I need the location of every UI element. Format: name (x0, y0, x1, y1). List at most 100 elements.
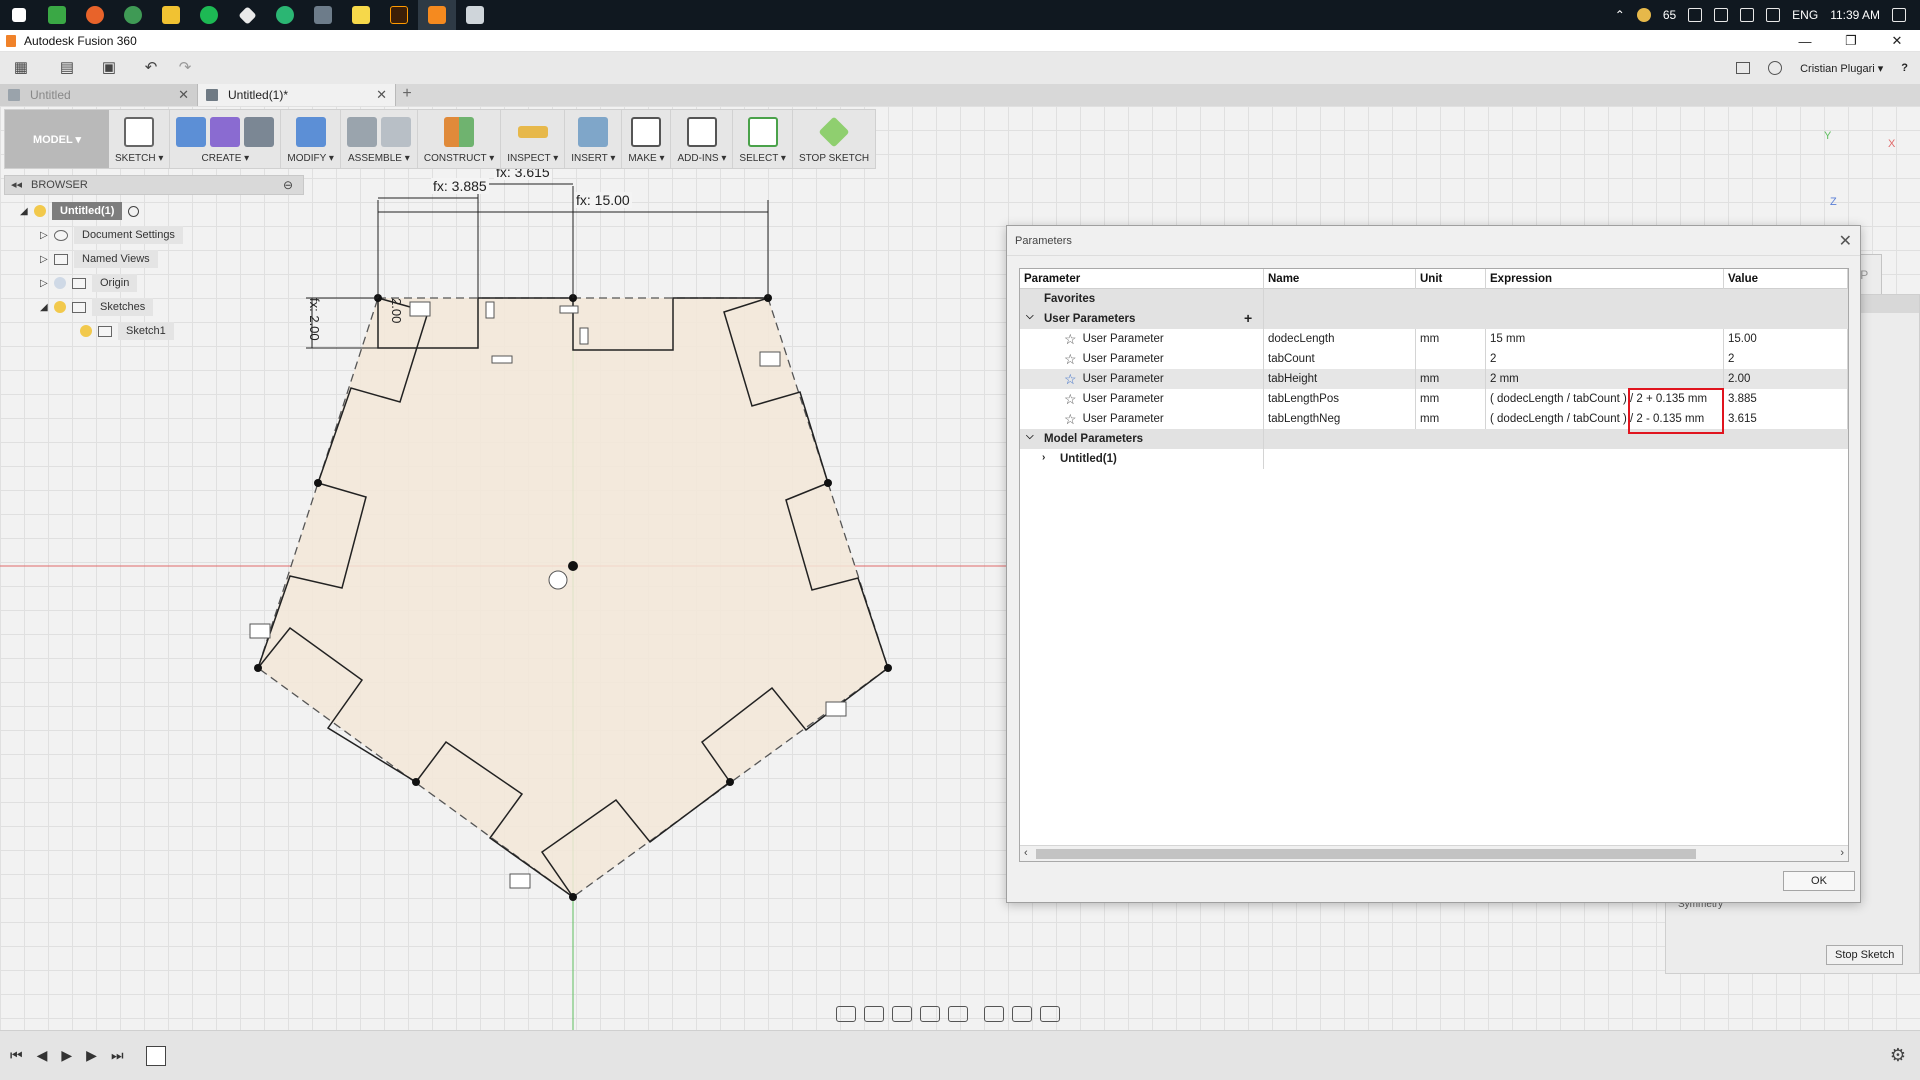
column-header-value[interactable]: Value (1724, 269, 1848, 289)
file-menu-icon[interactable]: ▤ (58, 59, 76, 77)
add-parameter-button[interactable]: + (1244, 310, 1252, 326)
close-tab-icon[interactable]: ✕ (376, 87, 387, 103)
scrollbar-thumb[interactable] (1036, 849, 1696, 859)
minimize-button[interactable]: — (1782, 30, 1828, 52)
spotify-icon[interactable] (190, 0, 228, 30)
scroll-left-icon[interactable]: ‹ (1024, 847, 1028, 859)
chrome-icon[interactable] (114, 0, 152, 30)
cell-name[interactable]: tabHeight (1264, 369, 1416, 389)
calculator-icon[interactable] (456, 0, 494, 30)
press-pull-icon[interactable] (295, 117, 326, 147)
stop-sketch-button[interactable]: STOP SKETCH (799, 153, 869, 164)
cell-expression[interactable]: 2 (1486, 349, 1724, 369)
column-header-expression[interactable]: Expression (1486, 269, 1724, 289)
favorite-star-icon[interactable]: ☆ (1064, 331, 1077, 348)
windows-start-icon[interactable] (0, 0, 38, 30)
wifi-icon[interactable] (1714, 8, 1729, 22)
browser-item-named-views[interactable]: ▷ Named Views (40, 249, 158, 269)
select-icon[interactable] (747, 117, 778, 147)
inspect-menu[interactable]: INSPECT ▾ (507, 153, 558, 164)
expand-triangle-icon[interactable]: ◢ (40, 302, 54, 313)
undo-icon[interactable]: ↶ (142, 59, 160, 77)
display-settings-icon[interactable] (984, 1006, 1004, 1022)
add-ins-menu[interactable]: ADD-INS ▾ (677, 153, 726, 164)
make-menu[interactable]: MAKE ▾ (628, 153, 664, 164)
restore-button[interactable]: ❐ (1828, 30, 1874, 52)
job-status-icon[interactable] (1736, 62, 1751, 74)
cell-name[interactable]: tabLengthPos (1264, 389, 1416, 409)
scroll-right-icon[interactable]: › (1840, 847, 1844, 859)
column-header-unit[interactable]: Unit (1416, 269, 1486, 289)
user-menu[interactable]: Cristian Plugari ▾ (1800, 62, 1883, 75)
document-tab-active[interactable]: Untitled(1)* ✕ (198, 84, 396, 106)
browser-item-origin[interactable]: ▷ Origin (40, 273, 138, 293)
close-button[interactable]: ✕ (1874, 30, 1920, 52)
sketch-menu[interactable]: SKETCH ▾ (115, 153, 163, 164)
sketch-group[interactable]: SKETCH ▾ (109, 110, 171, 168)
cell-name[interactable]: tabCount (1264, 349, 1416, 369)
cell-unit[interactable]: mm (1416, 389, 1486, 409)
create-menu[interactable]: CREATE ▾ (202, 153, 250, 164)
collapse-chevron-icon[interactable]: ⌵ (1026, 431, 1034, 442)
expand-triangle-icon[interactable]: ▷ (40, 278, 54, 289)
expand-chevron-icon[interactable]: › (1042, 452, 1045, 463)
git-icon[interactable] (228, 0, 266, 30)
timeline-sketch-icon[interactable] (145, 1045, 166, 1066)
column-header-name[interactable]: Name (1264, 269, 1416, 289)
sticky-notes-icon[interactable] (342, 0, 380, 30)
collapse-browser-icon[interactable]: ◂◂ (11, 178, 22, 191)
visibility-bulb-icon[interactable] (34, 205, 46, 217)
cell-unit[interactable]: mm (1416, 369, 1486, 389)
cell-unit[interactable]: mm (1416, 329, 1486, 349)
go-to-start-icon[interactable]: ⏮ (10, 1047, 23, 1064)
notifications-icon[interactable] (1892, 8, 1906, 22)
create-group[interactable]: CREATE ▾ (170, 110, 282, 168)
section-favorites[interactable]: Favorites (1020, 289, 1848, 309)
firefox-icon[interactable] (76, 0, 114, 30)
pan-hand-icon[interactable] (892, 1006, 912, 1022)
modify-menu[interactable]: MODIFY ▾ (287, 153, 334, 164)
dimension-tab-length-pos[interactable]: fx: 3.885 (431, 178, 489, 194)
mirror-icon[interactable] (244, 117, 275, 147)
form-icon[interactable] (210, 117, 241, 147)
step-forward-icon[interactable]: ▶ (86, 1047, 97, 1064)
favorite-star-icon[interactable]: ☆ (1064, 411, 1077, 428)
make-group[interactable]: MAKE ▾ (622, 110, 672, 168)
go-to-end-icon[interactable]: ⏭ (111, 1047, 124, 1064)
browser-header[interactable]: ◂◂ BROWSER ⊖ (4, 175, 304, 195)
new-component-icon[interactable] (346, 117, 377, 147)
stop-sketch-group[interactable]: STOP SKETCH (793, 110, 875, 168)
fit-icon[interactable] (948, 1006, 968, 1022)
column-header-parameter[interactable]: Parameter (1020, 269, 1264, 289)
dimension-dodec-length[interactable]: fx: 15.00 (574, 192, 632, 208)
3d-print-icon[interactable] (631, 117, 662, 147)
select-menu[interactable]: SELECT ▾ (739, 153, 786, 164)
visibility-bulb-icon[interactable] (54, 277, 66, 289)
file-explorer-icon[interactable] (152, 0, 190, 30)
history-clock-icon[interactable] (1768, 61, 1783, 75)
ok-button[interactable]: OK (1783, 871, 1855, 891)
document-tab[interactable]: Untitled ✕ (0, 84, 198, 106)
orbit-icon[interactable] (836, 1006, 856, 1022)
construct-group[interactable]: CONSTRUCT ▾ (418, 110, 502, 168)
table-row[interactable]: ☆ User Parameter tabCount 2 2 (1020, 349, 1848, 369)
cell-unit[interactable] (1416, 349, 1486, 369)
browser-item-sketches[interactable]: ◢ Sketches (40, 297, 154, 317)
favorite-star-icon[interactable]: ☆ (1064, 351, 1077, 368)
cell-expression[interactable]: 2 mm (1486, 369, 1724, 389)
workspace-switcher[interactable]: MODEL ▾ (5, 110, 109, 168)
cell-unit[interactable]: mm (1416, 409, 1486, 429)
dialog-close-icon[interactable]: ✕ (1839, 231, 1852, 251)
illustrator-icon[interactable] (380, 0, 418, 30)
clock[interactable]: 11:39 AM (1830, 8, 1880, 22)
section-user-parameters[interactable]: ⌵ User Parameters + (1020, 309, 1848, 329)
insert-group[interactable]: INSERT ▾ (565, 110, 623, 168)
activate-radio-icon[interactable] (128, 205, 140, 217)
visibility-bulb-icon[interactable] (54, 301, 66, 313)
grid-settings-icon[interactable] (1012, 1006, 1032, 1022)
browser-item-document-settings[interactable]: ▷ Document Settings (40, 225, 183, 245)
insert-menu[interactable]: INSERT ▾ (571, 153, 615, 164)
pen-icon[interactable] (1766, 8, 1781, 22)
scripts-icon[interactable] (686, 117, 717, 147)
table-row-selected[interactable]: ☆ User Parameter tabHeight mm 2 mm 2.00 (1020, 369, 1848, 389)
